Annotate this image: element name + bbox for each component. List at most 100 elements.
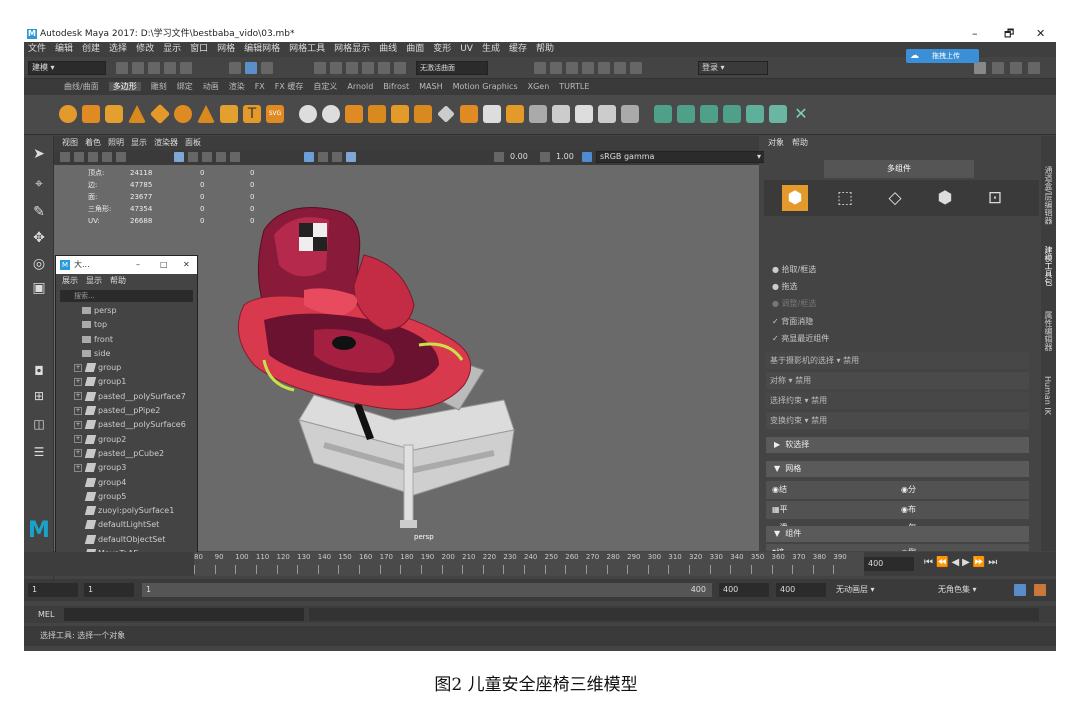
scale-tool-icon[interactable]: ▣ <box>29 278 49 298</box>
poly-sphere-icon[interactable] <box>59 105 77 123</box>
shelf-tab-sculpt[interactable]: 雕刻 <box>151 82 167 91</box>
bevel-icon[interactable] <box>483 105 501 123</box>
outliner-item[interactable]: top <box>74 318 197 332</box>
mirror-icon[interactable] <box>345 105 363 123</box>
maximize-button[interactable]: 🗗 <box>1004 26 1014 42</box>
outliner-item[interactable]: side <box>74 347 197 361</box>
outliner-item[interactable]: front <box>74 333 197 347</box>
symmetry-row[interactable]: 对称 ▾ 禁用 <box>766 372 1029 389</box>
mel-input[interactable] <box>64 608 304 621</box>
poly-pipe-icon[interactable] <box>220 105 238 123</box>
outliner-item[interactable]: defaultObjectSet <box>74 533 197 547</box>
shelf-tab-arnold[interactable]: Arnold <box>347 82 373 91</box>
expand-icon[interactable]: + <box>74 435 82 444</box>
hypershade-icon[interactable] <box>582 62 594 74</box>
wireframe-icon[interactable] <box>174 152 184 162</box>
poly-torus-icon[interactable] <box>174 105 192 123</box>
snap-magnet-icon[interactable] <box>394 62 406 74</box>
exposure-value[interactable]: 0.00 <box>510 152 528 161</box>
playback-end-field[interactable]: 400 <box>719 583 769 597</box>
playback-start-field[interactable]: 1 <box>84 583 134 597</box>
edge-mode-icon[interactable]: ◇ <box>882 185 908 211</box>
maximize-button[interactable]: □ <box>160 256 168 274</box>
panel-menu-lighting[interactable]: 照明 <box>108 138 124 147</box>
isolate-select-icon[interactable] <box>304 152 314 162</box>
outliner-item[interactable]: + pasted__polySurface6 <box>74 418 197 432</box>
menu-mesh-display[interactable]: 网格显示 <box>334 44 370 54</box>
color-space-dropdown[interactable]: sRGB gamma ▾ <box>596 151 766 163</box>
current-frame-field[interactable]: 400 <box>864 557 914 571</box>
quad-draw-icon[interactable] <box>575 105 593 123</box>
soft-select-section[interactable]: ▶ 软选择 <box>766 437 1029 453</box>
move-tool-icon[interactable]: ✥ <box>29 228 49 248</box>
shelf-tab-bifrost[interactable]: Bifrost <box>383 82 409 91</box>
snap-curve-icon[interactable] <box>330 62 342 74</box>
expand-icon[interactable]: + <box>74 406 82 415</box>
mel-label[interactable]: MEL <box>38 610 54 619</box>
live-surface-field[interactable]: 无激活曲面 <box>416 61 488 75</box>
delete-history-icon[interactable] <box>700 105 718 123</box>
pause-render-icon[interactable] <box>630 62 642 74</box>
attribute-editor-icon[interactable] <box>992 62 1004 74</box>
camera-based-selection-row[interactable]: 基于摄影机的选择 ▾ 禁用 <box>766 352 1029 369</box>
arnold-render-icon[interactable] <box>614 62 626 74</box>
menu-display[interactable]: 显示 <box>163 44 181 54</box>
snap-surface-icon[interactable] <box>378 62 390 74</box>
menu-uv[interactable]: UV <box>460 44 473 54</box>
menu-mesh-tools[interactable]: 网格工具 <box>289 44 325 54</box>
fill-hole-icon[interactable] <box>506 105 524 123</box>
select-edge-loop-icon[interactable] <box>723 105 741 123</box>
playback-controls[interactable]: ⏮⏪◀▶⏩⏭ <box>924 557 1000 568</box>
auto-key-icon[interactable] <box>1014 584 1026 596</box>
tab-modeling-toolkit[interactable]: 建模工具包 <box>1043 246 1054 286</box>
menu-create[interactable]: 创建 <box>82 44 100 54</box>
svg-import-icon[interactable]: SVG <box>266 105 284 123</box>
single-layout-icon[interactable]: ◘ <box>29 361 49 381</box>
multi-cut-icon[interactable] <box>437 105 455 123</box>
render-icon[interactable] <box>534 62 546 74</box>
shelf-tab-xgen[interactable]: XGen <box>528 82 550 91</box>
expand-icon[interactable]: + <box>74 420 82 429</box>
minimize-button[interactable]: – <box>136 256 140 274</box>
xray-icon[interactable] <box>318 152 328 162</box>
outliner-menu-help[interactable]: 帮助 <box>110 276 126 285</box>
ipr-render-icon[interactable] <box>550 62 562 74</box>
vertex-mode-icon[interactable]: ⬚ <box>832 185 858 211</box>
menu-curves[interactable]: 曲线 <box>379 44 397 54</box>
snap-grid-icon[interactable] <box>314 62 326 74</box>
exposure-icon[interactable] <box>494 152 504 162</box>
select-component-icon[interactable] <box>261 62 273 74</box>
menu-set-dropdown[interactable]: 建模 ▾ <box>28 61 106 75</box>
menu-mesh[interactable]: 网格 <box>217 44 235 54</box>
poly-text-icon[interactable]: T <box>243 105 261 123</box>
time-slider[interactable]: 80 90 100 110 120 130 140 150 160 170 180 190 200 210… <box>24 552 1056 576</box>
shelf-tab-motion-graphics[interactable]: Motion Graphics <box>453 82 518 91</box>
expand-icon[interactable]: + <box>74 377 82 386</box>
outliner-item[interactable]: + group1 <box>74 375 197 389</box>
lights-icon[interactable] <box>216 152 226 162</box>
side-layout-icon[interactable]: ◫ <box>29 414 49 434</box>
redo-icon[interactable] <box>180 62 192 74</box>
outliner-item[interactable]: + pasted__pCube2 <box>74 447 197 461</box>
xray-joints-icon[interactable] <box>332 152 342 162</box>
menu-windows[interactable]: 窗口 <box>190 44 208 54</box>
cleanup-icon[interactable]: ✕ <box>792 105 810 123</box>
time-slider-ticks[interactable]: 80 90 100 110 120 130 140 150 160 170 180 190 200 210… <box>194 552 864 576</box>
checkbox-highlight-nearest[interactable]: ✓ 亮显最近组件 <box>772 333 829 344</box>
rotate-tool-icon[interactable]: ◎ <box>29 254 49 274</box>
poly-plane-icon[interactable] <box>149 103 171 125</box>
smooth-button[interactable]: ▦ 平滑 <box>772 501 788 532</box>
shelf-tab-curves[interactable]: 曲线/曲面 <box>64 82 99 91</box>
toolkit-menu-help[interactable]: 帮助 <box>792 138 808 147</box>
gamma-icon[interactable] <box>540 152 550 162</box>
menu-help[interactable]: 帮助 <box>536 44 554 54</box>
new-scene-icon[interactable] <box>116 62 128 74</box>
shelf-tab-fx[interactable]: FX <box>255 82 265 91</box>
uv-mode-icon[interactable]: ⊡ <box>982 185 1008 211</box>
outliner-menu-display[interactable]: 展示 <box>62 276 78 285</box>
boolean-button[interactable]: ◉ 布尔 <box>901 501 916 532</box>
preferences-icon[interactable] <box>1034 584 1046 596</box>
shelf-tab-turtle[interactable]: TURTLE <box>559 82 589 91</box>
menu-surfaces[interactable]: 曲面 <box>406 44 424 54</box>
smooth-icon[interactable] <box>368 105 386 123</box>
